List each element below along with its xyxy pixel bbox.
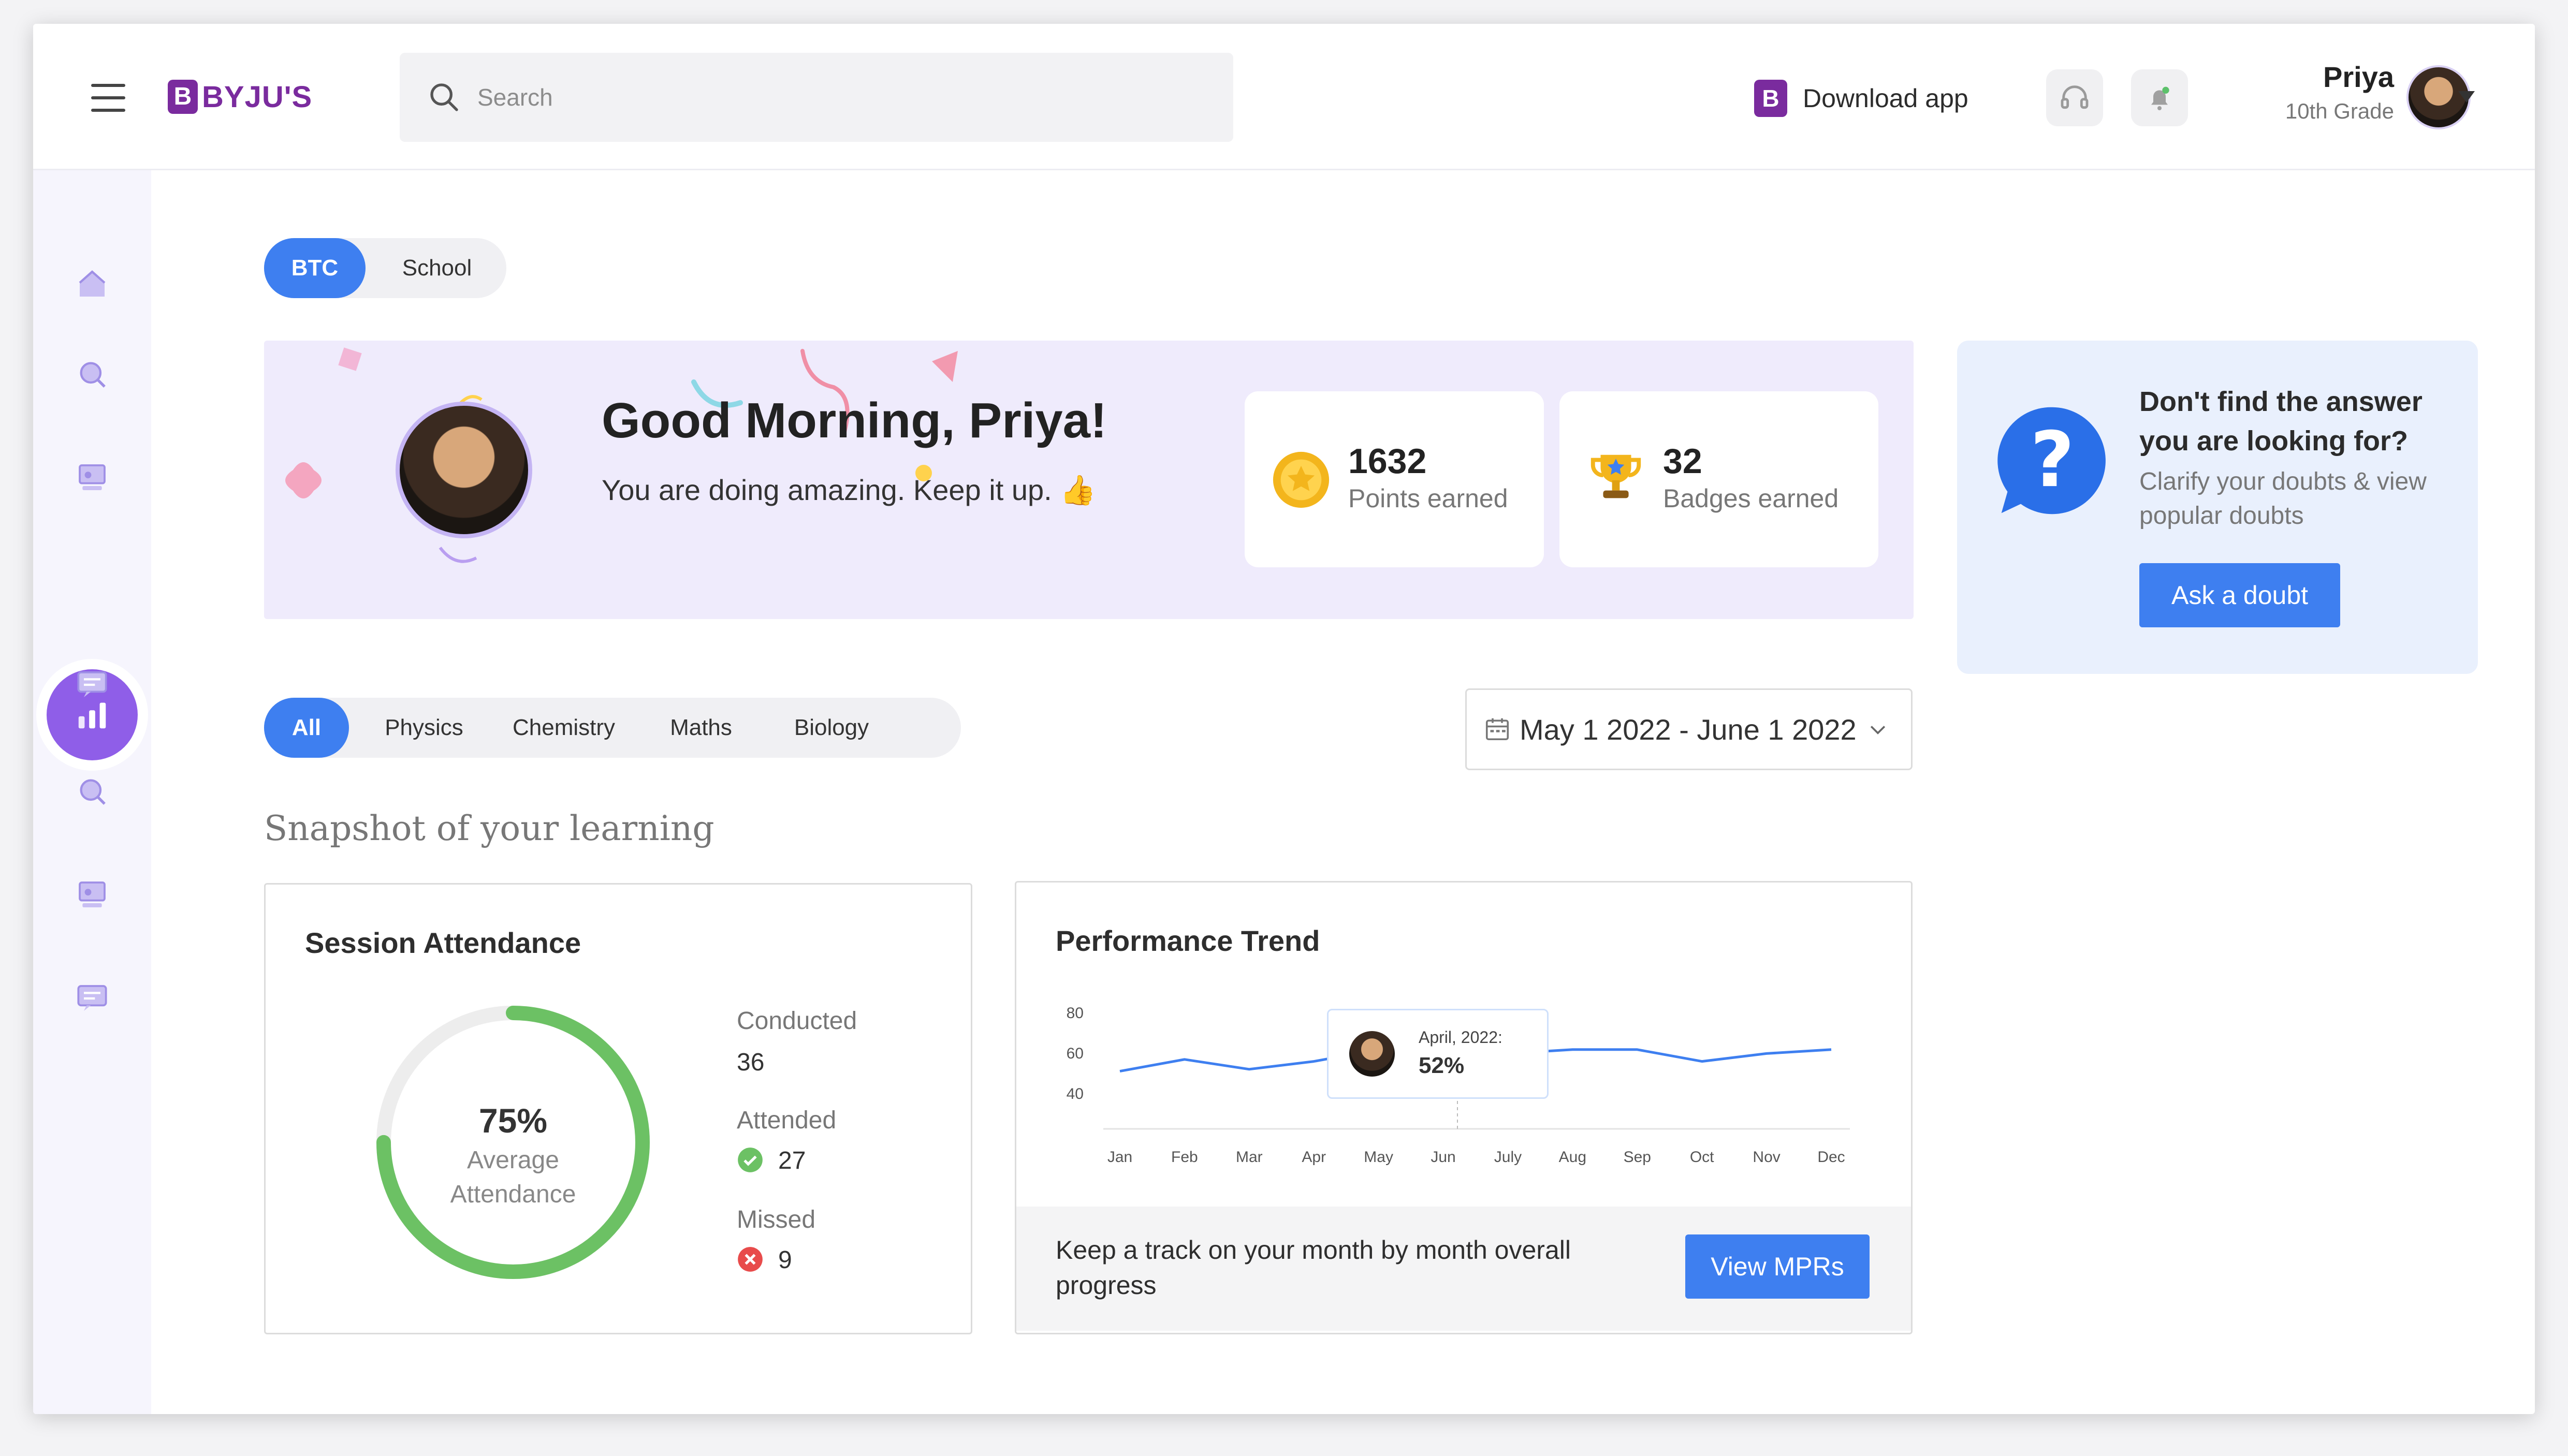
attendance-title: Session Attendance xyxy=(305,926,581,959)
student-avatar xyxy=(396,402,532,538)
y-tick-label: 60 xyxy=(1067,1045,1084,1062)
attended-label: Attended xyxy=(737,1107,837,1134)
y-tick-label: 80 xyxy=(1067,1005,1084,1022)
x-tick-label: July xyxy=(1494,1149,1522,1166)
question-bubble-icon: ? xyxy=(1997,407,2106,514)
x-tick-label: Jan xyxy=(1107,1149,1132,1166)
section-title: Snapshot of your learning xyxy=(264,808,714,848)
performance-footer-text: Keep a track on your month by month over… xyxy=(1056,1236,1571,1300)
x-tick-label: Nov xyxy=(1753,1149,1780,1166)
tab-school[interactable]: School xyxy=(380,238,494,298)
x-tick-label: Mar xyxy=(1236,1149,1263,1166)
points-value: 1632 xyxy=(1348,442,1427,481)
y-tick-label: 40 xyxy=(1067,1085,1084,1102)
conducted-value: 36 xyxy=(737,1049,765,1076)
greeting-banner: Good Morning, Priya! You are doing amazi… xyxy=(264,341,1914,619)
main-content: BTC School Good Morning, Priya! You are … xyxy=(33,24,2535,1414)
missed-label: Missed xyxy=(737,1206,816,1233)
filter-all[interactable]: All xyxy=(264,698,349,758)
greeting-title: Good Morning, Priya! xyxy=(602,393,1107,448)
x-tick-label: Sep xyxy=(1624,1149,1651,1166)
filter-physics[interactable]: Physics xyxy=(371,698,477,758)
coin-icon xyxy=(1273,451,1330,508)
doubt-description: Clarify your doubts & view popular doubt… xyxy=(2139,468,2427,530)
date-range-value: May 1 2022 - June 1 2022 xyxy=(1520,713,1857,746)
tab-btc[interactable]: BTC xyxy=(264,238,366,298)
doubt-card: ? Don't find the answer you are looking … xyxy=(1957,341,2478,674)
greeting-message: You are doing amazing. Keep it up. 👍 xyxy=(602,474,1096,506)
next-section-peek xyxy=(264,1403,419,1414)
doubt-title: Don't find the answer you are looking fo… xyxy=(2139,386,2423,457)
cross-icon xyxy=(738,1247,763,1272)
missed-value: 9 xyxy=(778,1246,792,1274)
x-tick-label: Aug xyxy=(1559,1149,1586,1166)
x-tick-label: Dec xyxy=(1817,1149,1845,1166)
ask-doubt-button[interactable]: Ask a doubt xyxy=(2139,563,2340,627)
filter-chemistry[interactable]: Chemistry xyxy=(492,698,636,758)
performance-trend-card: Performance Trend 80 60 40 Jan Feb Mar Apr May J… xyxy=(1015,881,1913,1334)
svg-text:?: ? xyxy=(2030,415,2075,504)
tooltip-value: 52% xyxy=(1419,1053,1465,1078)
check-icon xyxy=(738,1148,763,1172)
attendance-ring xyxy=(376,1006,650,1279)
points-label: Points earned xyxy=(1348,484,1508,513)
badges-value: 32 xyxy=(1663,442,1702,481)
attended-value: 27 xyxy=(778,1147,806,1174)
x-tick-label: Feb xyxy=(1171,1149,1198,1166)
attendance-center-label: Average Attendance xyxy=(450,1146,576,1208)
tooltip-avatar xyxy=(1349,1031,1395,1077)
badges-label: Badges earned xyxy=(1663,484,1839,513)
app-window: B BYJU'S B Download app Priya 10th Grade xyxy=(33,24,2535,1414)
chart-tooltip: April, 2022: 52% xyxy=(1327,1009,1549,1099)
calendar-icon xyxy=(1485,718,1509,741)
tooltip-label: April, 2022: xyxy=(1419,1028,1502,1047)
filter-maths[interactable]: Maths xyxy=(650,698,752,758)
program-toggle: BTC School xyxy=(264,238,506,298)
x-tick-label: May xyxy=(1364,1149,1393,1166)
points-card: 1632 Points earned xyxy=(1245,391,1544,567)
session-attendance-card: Session Attendance 75% Average Attendanc… xyxy=(264,883,972,1334)
view-mprs-button[interactable]: View MPRs xyxy=(1685,1234,1870,1299)
x-tick-label: Apr xyxy=(1302,1149,1326,1166)
badges-card: 32 Badges earned xyxy=(1559,391,1878,567)
date-range-select[interactable]: May 1 2022 - June 1 2022 xyxy=(1465,688,1913,770)
attendance-percent: 75% xyxy=(478,1101,548,1140)
performance-footer: Keep a track on your month by month over… xyxy=(1016,1207,1911,1331)
filter-biology[interactable]: Biology xyxy=(769,698,894,758)
x-tick-label: Jun xyxy=(1431,1149,1455,1166)
subject-filter-bar: All Physics Chemistry Maths Biology xyxy=(264,698,961,758)
x-tick-label: Oct xyxy=(1690,1149,1714,1166)
conducted-label: Conducted xyxy=(737,1007,857,1035)
chevron-down-icon xyxy=(1870,726,1886,734)
trophy-icon xyxy=(1591,454,1641,498)
